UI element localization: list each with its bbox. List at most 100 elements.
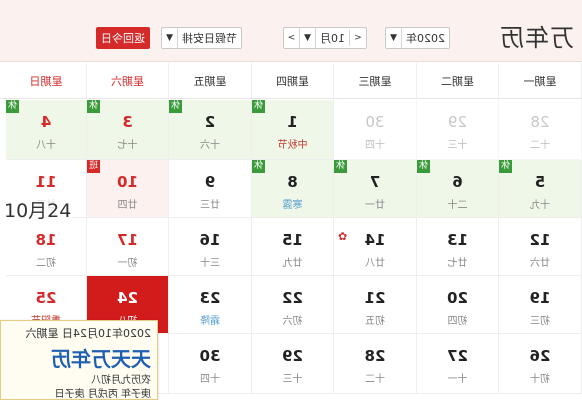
day-number: 15 bbox=[282, 231, 303, 249]
lunar-label: 廿一 bbox=[365, 200, 385, 211]
day-number: 29 bbox=[447, 113, 468, 131]
day-number: 23 bbox=[199, 289, 221, 307]
day-detail-popup: 2020年10月24日 星期六 天天万年历 农历九月初八 庚子年 丙戌月 庚子日 bbox=[0, 320, 158, 400]
day-number: 20 bbox=[447, 289, 468, 307]
day-number: 22 bbox=[282, 289, 303, 307]
day-cell[interactable]: 6 二十 休 bbox=[417, 160, 499, 218]
day-number: 26 bbox=[529, 347, 551, 365]
day-number: 19 bbox=[529, 289, 551, 307]
weekday-label: 星期日 bbox=[6, 63, 87, 98]
lunar-label: 寒露 bbox=[282, 200, 303, 211]
chevron-down-icon: ▼ bbox=[162, 28, 178, 48]
day-cell[interactable]: 29 十三 bbox=[252, 334, 334, 394]
day-cell[interactable]: 22 初六 bbox=[252, 276, 334, 334]
day-number: 16 bbox=[199, 231, 221, 249]
day-number: 18 bbox=[35, 231, 57, 249]
day-cell[interactable]: 20 初四 bbox=[417, 276, 499, 334]
day-number: 30 bbox=[199, 347, 221, 365]
lunar-label: 廿九 bbox=[282, 258, 303, 269]
weekday-label: 星期三 bbox=[334, 63, 417, 98]
return-today-button[interactable]: 返回今日 bbox=[96, 27, 150, 49]
day-cell[interactable]: 18 初二 bbox=[6, 218, 87, 276]
lunar-label: 十六 bbox=[200, 140, 220, 151]
day-number: 29 bbox=[282, 347, 303, 365]
day-cell[interactable]: 30 十四 bbox=[169, 334, 252, 394]
weekday-label: 星期二 bbox=[417, 63, 499, 98]
day-cell[interactable]: 5 十九 休 bbox=[499, 160, 582, 218]
rest-day-badge: 休 bbox=[169, 100, 182, 113]
lunar-label: 初一 bbox=[117, 258, 138, 269]
day-cell[interactable]: 27 十一 bbox=[417, 334, 499, 394]
popup-date: 2020年10月24日 星期六 bbox=[25, 327, 152, 340]
day-cell[interactable]: 9 廿三 bbox=[169, 160, 252, 218]
lunar-label: 廿八 bbox=[365, 258, 385, 269]
lunar-label: 廿三 bbox=[200, 200, 220, 211]
day-number: 11 bbox=[35, 173, 57, 191]
mirrored-calendar-view: 万年历 2020年 ▼ < 10月 ▼ > 节假日安排 ▼ 返回今日 星期一 星期… bbox=[0, 0, 582, 400]
day-cell[interactable]: 16 三十 bbox=[169, 218, 252, 276]
day-cell[interactable]: 26 初十 bbox=[499, 334, 582, 394]
lunar-label: 三十 bbox=[200, 258, 220, 269]
lunar-label: 十四 bbox=[200, 374, 220, 385]
day-number: 9 bbox=[204, 173, 216, 191]
next-month-button[interactable]: > bbox=[284, 28, 300, 48]
prev-month-button[interactable]: < bbox=[350, 28, 366, 48]
day-cell[interactable]: 19 初三 bbox=[499, 276, 582, 334]
day-cell[interactable]: 1 中秋节 休 bbox=[252, 100, 334, 160]
day-number: 7 bbox=[369, 173, 381, 191]
day-number: 10 bbox=[117, 173, 138, 191]
calendar-app: 万年历 2020年 ▼ < 10月 ▼ > 节假日安排 ▼ 返回今日 星期一 星期… bbox=[0, 0, 582, 400]
lunar-label: 十二 bbox=[365, 374, 385, 385]
lunar-label: 初四 bbox=[447, 316, 468, 327]
lunar-label: 十八 bbox=[36, 140, 56, 151]
weekday-label: 星期六 bbox=[87, 63, 169, 98]
day-cell[interactable]: 12 廿六 bbox=[499, 218, 582, 276]
day-cell[interactable]: 21 初五 bbox=[334, 276, 417, 334]
day-cell[interactable]: 28 十二 bbox=[334, 334, 417, 394]
lunar-label: 廿四 bbox=[117, 200, 138, 211]
selected-date-label: 10月24 bbox=[2, 196, 74, 223]
weekday-label: 星期四 bbox=[252, 63, 334, 98]
day-cell[interactable]: 17 初一 bbox=[87, 218, 169, 276]
day-number: 28 bbox=[530, 113, 550, 131]
lunar-label: 霜降 bbox=[200, 316, 220, 327]
lunar-label: 廿七 bbox=[447, 258, 468, 269]
day-cell[interactable]: 23 霜降 bbox=[169, 276, 252, 334]
day-cell[interactable]: 10 廿四 班 bbox=[87, 160, 169, 218]
day-cell[interactable]: 8 寒露 休 bbox=[252, 160, 334, 218]
calendar-toolbar: 万年历 2020年 ▼ < 10月 ▼ > 节假日安排 ▼ 返回今日 bbox=[0, 0, 582, 62]
lunar-label: 初五 bbox=[365, 316, 385, 327]
day-cell[interactable]: 30 十四 bbox=[334, 100, 417, 160]
lunar-label: 中秋节 bbox=[277, 140, 308, 151]
day-cell[interactable]: 28 十二 bbox=[499, 100, 582, 160]
day-cell[interactable]: 7 廿一 休 bbox=[334, 160, 417, 218]
weekday-label: 星期五 bbox=[169, 63, 252, 98]
day-cell[interactable]: 29 十三 bbox=[417, 100, 499, 160]
day-cell[interactable]: 3 十七 休 bbox=[87, 100, 169, 160]
day-number: 8 bbox=[287, 173, 298, 191]
rest-day-badge: 休 bbox=[87, 100, 100, 113]
weekday-label: 星期一 bbox=[499, 63, 582, 98]
day-number: 5 bbox=[534, 173, 546, 191]
day-number: 30 bbox=[365, 113, 385, 131]
lunar-label: 初六 bbox=[282, 316, 303, 327]
weekday-header: 星期一 星期二 星期三 星期四 星期五 星期六 星期日 bbox=[0, 63, 582, 99]
lunar-label: 十四 bbox=[365, 140, 385, 151]
month-select-value[interactable]: 10月 bbox=[316, 30, 350, 46]
day-number: 2 bbox=[204, 113, 216, 131]
month-stepper[interactable]: < 10月 ▼ > bbox=[283, 27, 367, 49]
day-cell[interactable]: 14 廿八 ✿ bbox=[334, 218, 417, 276]
holiday-select-value: 节假日安排 bbox=[182, 32, 237, 45]
day-number: 17 bbox=[117, 231, 138, 249]
popup-lunar-date: 农历九月初八 bbox=[91, 375, 151, 386]
day-number: 28 bbox=[364, 347, 386, 365]
day-cell[interactable]: 13 廿七 bbox=[417, 218, 499, 276]
day-cell[interactable]: 15 廿九 bbox=[252, 218, 334, 276]
chevron-down-icon[interactable]: ▼ bbox=[300, 28, 316, 48]
day-number: 6 bbox=[452, 173, 463, 191]
year-select[interactable]: 2020年 ▼ bbox=[385, 27, 450, 49]
day-cell[interactable]: 2 十六 休 bbox=[169, 100, 252, 160]
holiday-select[interactable]: 节假日安排 ▼ bbox=[161, 27, 242, 49]
chevron-down-icon: ▼ bbox=[386, 28, 402, 48]
day-cell[interactable]: 4 十八 休 bbox=[6, 100, 87, 160]
